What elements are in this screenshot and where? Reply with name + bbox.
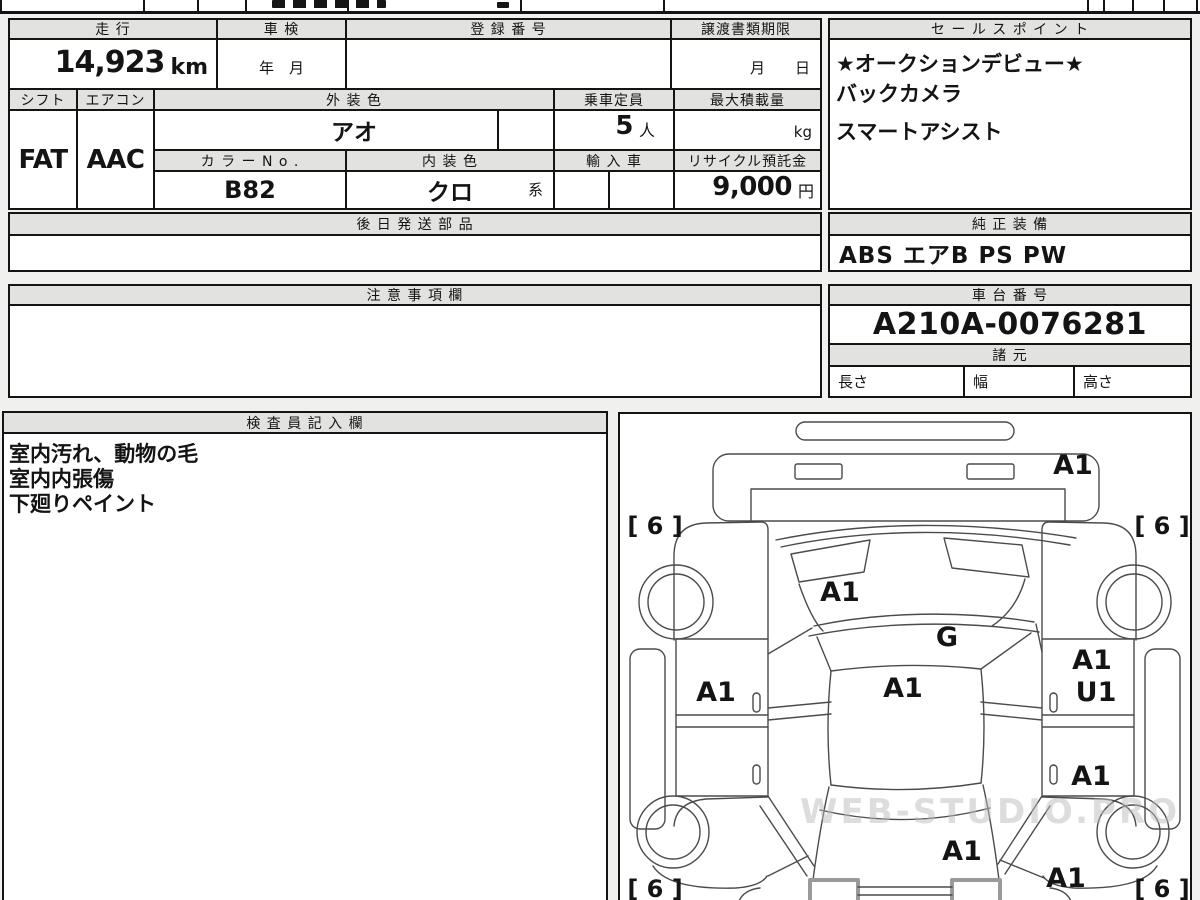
seating-capacity-header: 乗車定員: [553, 88, 675, 111]
later-parts-value: [8, 234, 822, 272]
damage-code-rear-right-door: A1: [1071, 761, 1111, 792]
chassis-no-value: A210A-0076281: [828, 304, 1192, 345]
tire-mark-front-right: [ 6 ]: [1134, 512, 1189, 540]
door-handle: [1050, 693, 1057, 712]
spec-width-cell: 幅: [963, 365, 1077, 398]
tire-mark-rear-left: [ 6 ]: [627, 875, 682, 900]
clipped-text-fragment: [497, 2, 509, 8]
inspector-note-line: 下廻りペイント: [9, 492, 198, 517]
damage-code-roof: A1: [883, 673, 923, 704]
exterior-color-value: アオ: [153, 109, 555, 151]
door-handle: [1050, 765, 1057, 784]
left-sill: [630, 649, 665, 829]
tire-mark-front-left: [ 6 ]: [627, 512, 682, 540]
interior-color-header: 内 装 色: [345, 149, 555, 172]
spec-length-cell: 長さ: [828, 365, 967, 398]
max-load-value: kg: [673, 109, 822, 151]
inspector-notes-header: 検 査 員 記 入 欄: [2, 411, 608, 434]
registration-header: 登 録 番 号: [345, 18, 672, 40]
mileage-value: 14,923km: [8, 38, 218, 90]
cautions-body: [8, 304, 822, 398]
damage-code-hood: A1: [820, 577, 860, 608]
auction-sheet: 走 行 車 検 登 録 番 号 譲渡書類期限 14,923km 年 月 月 日 …: [0, 0, 1200, 900]
inspector-notes-body: 室内汚れ、動物の毛 室内内張傷 下廻りペイント: [2, 432, 608, 900]
watermark: WEB-STUDIO.PRO: [800, 792, 1200, 832]
clipped-text-fragment: [272, 0, 386, 8]
transfer-deadline-value: 月 日: [670, 38, 822, 90]
sales-points-body: ★オークションデビュー★ バックカメラ スマートアシスト: [828, 38, 1192, 210]
genuine-equipment-header: 純 正 装 備: [828, 212, 1192, 236]
front-lip: [796, 422, 1014, 440]
damage-code-front-right-door: U1: [1076, 677, 1117, 708]
aircon-header: エアコン: [76, 88, 155, 111]
recycle-deposit-header: リサイクル預託金: [673, 149, 822, 172]
max-load-header: 最大積載量: [673, 88, 822, 111]
recycle-deposit-value: 9,000円: [673, 170, 822, 210]
color-no-value: B82: [153, 170, 347, 210]
later-parts-header: 後 日 発 送 部 品: [8, 212, 822, 236]
cell-divider: [497, 111, 499, 149]
wheel-rear-left: [637, 796, 709, 868]
sales-point-line: バックカメラ: [836, 79, 1084, 109]
damage-code-front-left-door: A1: [696, 677, 736, 708]
cell-divider: [608, 172, 610, 208]
clipped-header-row: [0, 0, 1200, 14]
sales-point-line: ★オークションデビュー★: [836, 49, 1084, 79]
headlight-left: [791, 540, 870, 582]
genuine-equipment-value: ABS エアB PS PW: [828, 234, 1192, 272]
inspector-note-line: 室内内張傷: [9, 467, 198, 492]
sales-points-header: セ ー ル ス ポ イ ン ト: [828, 18, 1192, 40]
damage-code-rear-right-quarter: A1: [1046, 863, 1086, 894]
cautions-header: 注 意 事 項 欄: [8, 284, 822, 306]
inspector-note-line: 室内汚れ、動物の毛: [9, 442, 198, 467]
damage-code-front-bumper: A1: [1053, 450, 1093, 481]
imported-value: [553, 170, 675, 210]
damage-code-front-right-fender: A1: [1072, 645, 1112, 676]
spec-height-cell: 高さ: [1073, 365, 1192, 398]
left-doors: [676, 639, 768, 796]
sales-point-line: スマートアシスト: [836, 117, 1084, 147]
tire-mark-rear-right: [ 6 ]: [1134, 875, 1189, 900]
shift-header: シフト: [8, 88, 78, 111]
color-no-header: カ ラ ー N o .: [153, 149, 347, 172]
interior-color-value: クロ 系: [345, 170, 555, 210]
registration-value: [345, 38, 672, 90]
front-bumper: [713, 454, 1099, 521]
specs-header: 諸 元: [828, 343, 1192, 367]
door-handle: [753, 693, 760, 712]
chassis-no-header: 車 台 番 号: [828, 284, 1192, 306]
inspection-value: 年 月: [216, 38, 347, 90]
door-handle: [753, 765, 760, 784]
seating-capacity-value: 5人: [553, 109, 675, 151]
damage-code-rear-gate: A1: [942, 836, 982, 867]
wheel-front-left: [639, 565, 713, 639]
aircon-value: AAC: [76, 109, 155, 210]
exterior-color-header: 外 装 色: [153, 88, 555, 111]
imported-header: 輸 入 車: [553, 149, 675, 172]
shift-value: FAT: [8, 109, 78, 210]
transfer-deadline-header: 譲渡書類期限: [670, 18, 822, 40]
inspection-header: 車 検: [216, 18, 347, 40]
headlight-right: [944, 538, 1029, 577]
wheel-front-right: [1097, 565, 1171, 639]
mileage-header: 走 行: [8, 18, 218, 40]
damage-code-windshield: G: [936, 622, 958, 653]
